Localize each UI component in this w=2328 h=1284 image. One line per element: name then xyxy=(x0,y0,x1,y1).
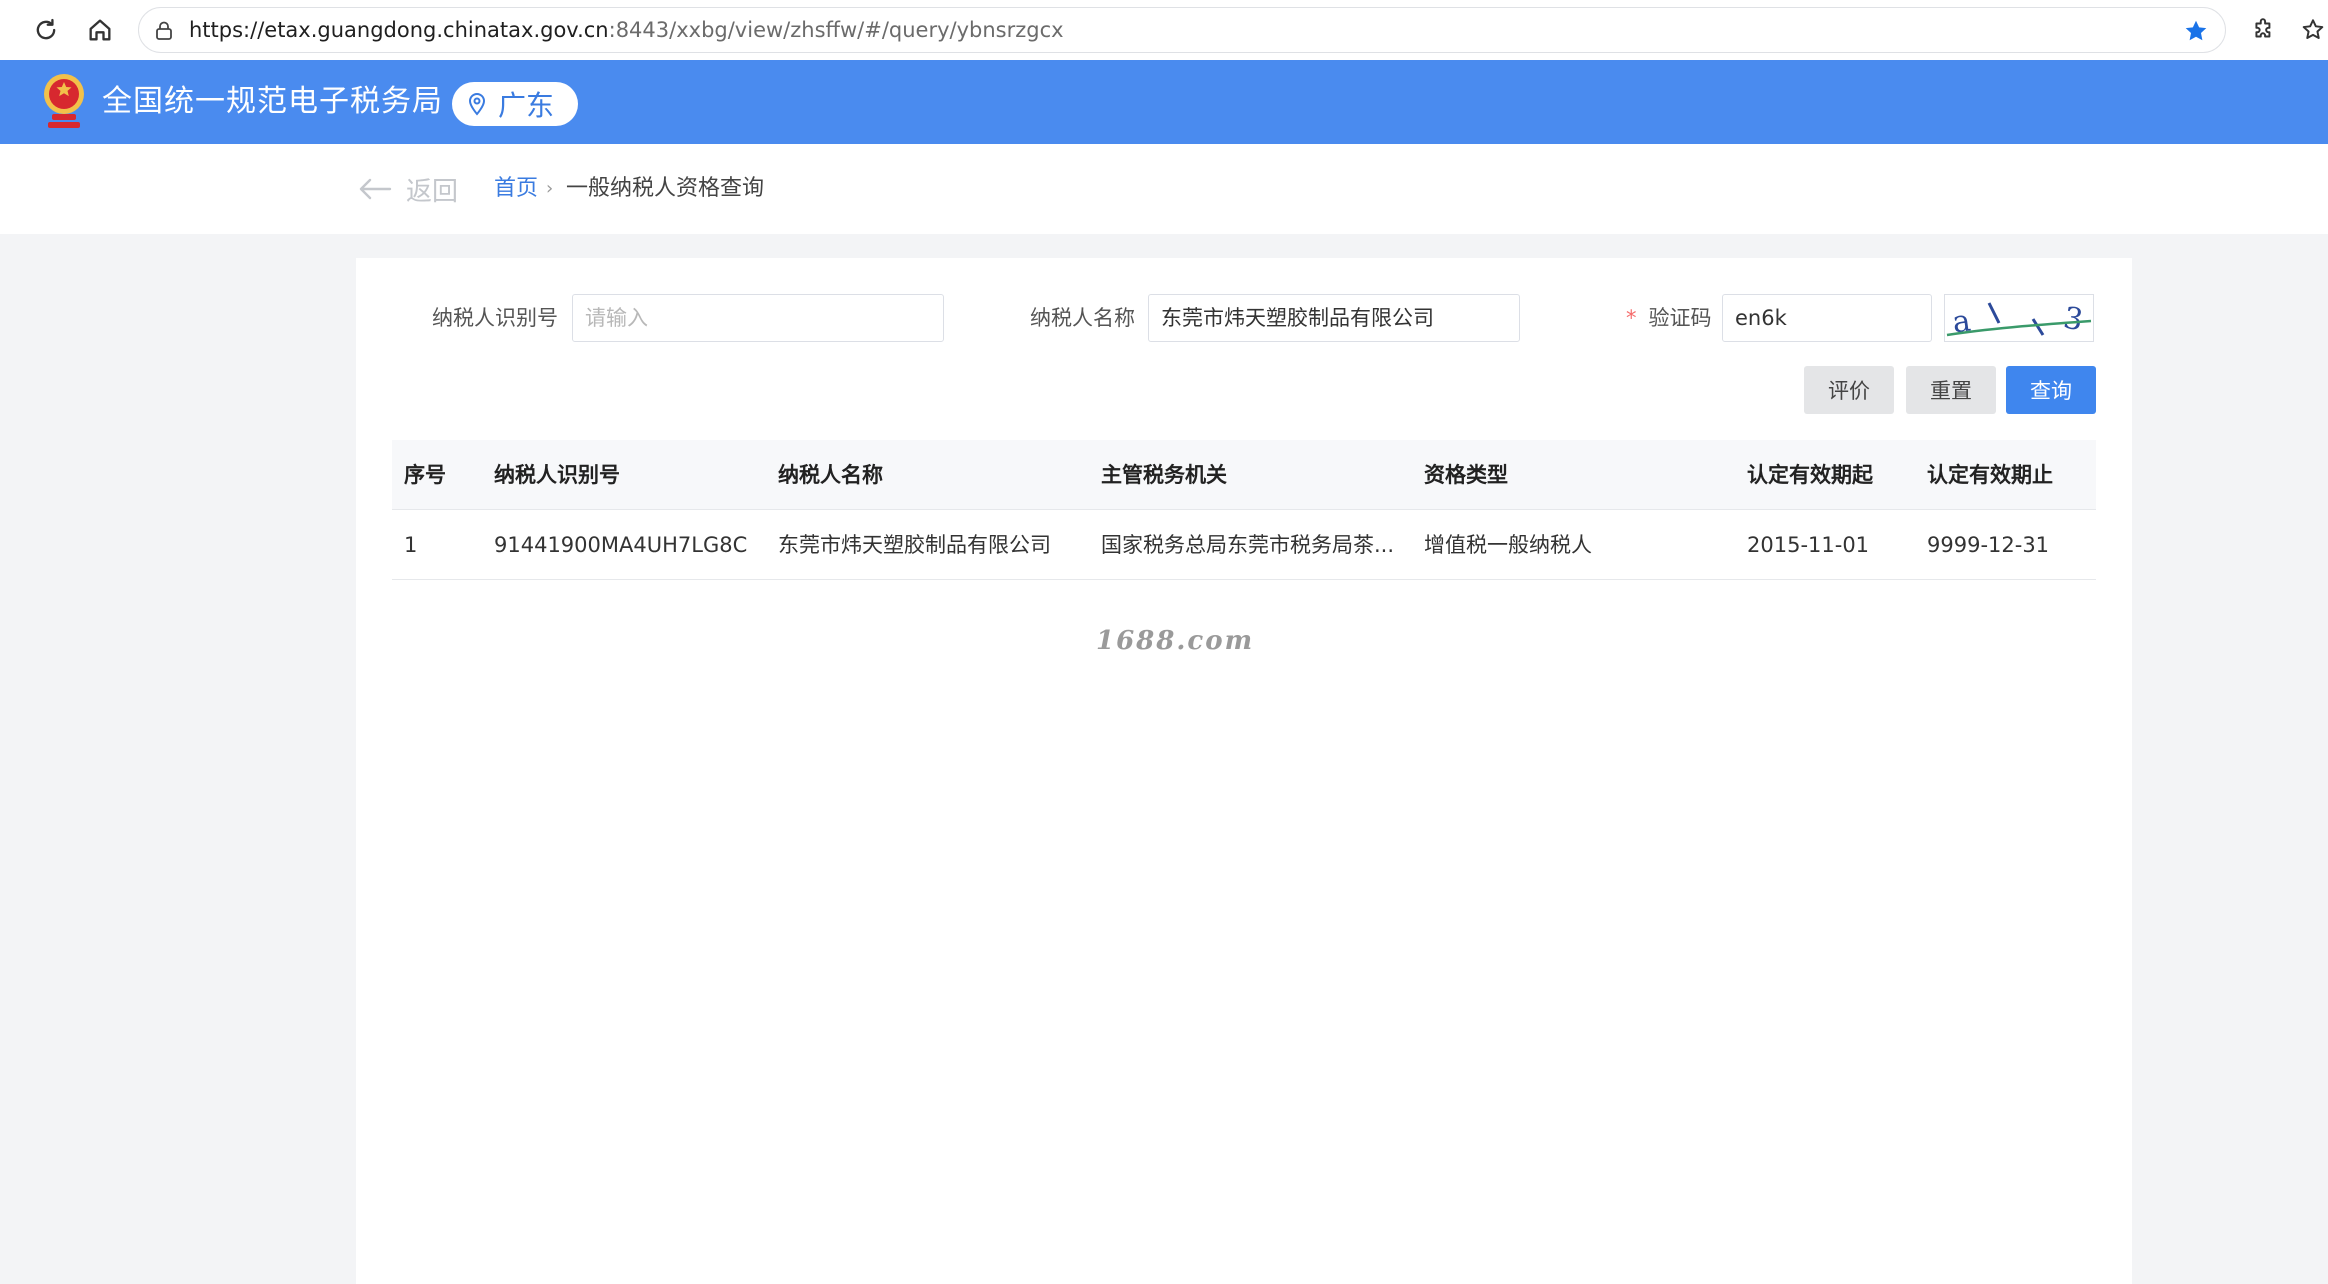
region-selector[interactable]: 广东 xyxy=(452,82,579,126)
region-label: 广东 xyxy=(498,89,555,122)
col-header-taxpayer-id: 纳税人识别号 xyxy=(494,463,620,487)
col-header-tax-authority: 主管税务机关 xyxy=(1101,463,1227,487)
taxpayer-id-label: 纳税人识别号 xyxy=(432,306,558,330)
browser-toolbar: https://etax.guangdong.chinatax.gov.cn:8… xyxy=(0,0,2328,60)
captcha-input[interactable]: en6k xyxy=(1722,294,1932,342)
back-button[interactable]: 返回 xyxy=(358,144,458,234)
query-button[interactable]: 查询 xyxy=(2006,366,2096,414)
address-bar[interactable]: https://etax.guangdong.chinatax.gov.cn:8… xyxy=(138,7,2226,53)
breadcrumb-home-link[interactable]: 首页 xyxy=(494,144,538,234)
url-text: https://etax.guangdong.chinatax.gov.cn:8… xyxy=(189,8,1064,52)
col-header-valid-to: 认定有效期止 xyxy=(1927,463,2053,487)
cell-valid-to: 9999-12-31 xyxy=(1927,533,2050,557)
cell-qualification-type: 增值税一般纳税人 xyxy=(1424,533,1592,557)
site-info-icon[interactable] xyxy=(151,18,177,44)
taxpayer-name-input[interactable]: 东莞市炜天塑胶制品有限公司 xyxy=(1148,294,1520,342)
taxpayer-id-placeholder: 请输入 xyxy=(585,306,648,330)
breadcrumb-separator: › xyxy=(546,178,554,199)
cell-index: 1 xyxy=(404,533,418,557)
url-host: https://etax.guangdong.chinatax.gov.cn xyxy=(189,18,609,42)
cell-taxpayer-id: 91441900MA4UH7LG8C xyxy=(494,533,748,557)
required-mark: * xyxy=(1626,306,1637,330)
taxpayer-id-input[interactable]: 请输入 xyxy=(572,294,944,342)
svg-text:3: 3 xyxy=(2061,301,2086,339)
captcha-label: 验证码 xyxy=(1648,306,1712,330)
cell-taxpayer-name: 东莞市炜天塑胶制品有限公司 xyxy=(778,533,1051,557)
reset-button[interactable]: 重置 xyxy=(1906,366,1996,414)
bookmark-star-icon[interactable] xyxy=(2181,16,2211,46)
breadcrumb-current: 一般纳税人资格查询 xyxy=(566,176,765,201)
extensions-icon[interactable] xyxy=(2244,10,2284,50)
taxpayer-name-value: 东莞市炜天塑胶制品有限公司 xyxy=(1161,306,1434,330)
back-label: 返回 xyxy=(406,176,459,207)
captcha-image[interactable]: a 3 xyxy=(1944,294,2094,342)
site-title[interactable]: 全国统一规范电子税务局 xyxy=(102,60,443,144)
col-header-qualification-type: 资格类型 xyxy=(1424,463,1508,487)
captcha-label-wrap: * 验证码 xyxy=(1626,294,1712,342)
favorites-icon[interactable] xyxy=(2300,10,2328,50)
captcha-value: en6k xyxy=(1735,306,1787,330)
col-header-index: 序号 xyxy=(404,463,446,487)
url-path: :8443/xxbg/view/zhsffw/#/query/ybnsrzgcx xyxy=(608,18,1064,42)
breadcrumb-bar: 返回 首页 › 一般纳税人资格查询 xyxy=(0,144,2328,234)
cell-tax-authority: 国家税务总局东莞市税务局茶... xyxy=(1101,533,1395,557)
results-table: 序号 纳税人识别号 纳税人名称 主管税务机关 资格类型 认定有效期起 认定有效期… xyxy=(392,440,2096,580)
col-header-valid-from: 认定有效期起 xyxy=(1747,463,1873,487)
query-panel: 纳税人识别号 请输入 纳税人名称 东莞市炜天塑胶制品有限公司 * 验证码 en6k… xyxy=(356,258,2132,1284)
watermark-text: 1688.com xyxy=(1096,626,1255,656)
back-arrow-icon xyxy=(359,178,392,200)
reload-icon[interactable] xyxy=(26,10,66,50)
home-icon[interactable] xyxy=(80,10,120,50)
tax-emblem-logo xyxy=(38,70,90,132)
taxpayer-name-label: 纳税人名称 xyxy=(1030,306,1135,330)
evaluate-button[interactable]: 评价 xyxy=(1804,366,1894,414)
cell-valid-from: 2015-11-01 xyxy=(1747,533,1870,557)
location-pin-icon xyxy=(468,91,490,117)
site-header: 全国统一规范电子税务局 广东 xyxy=(0,60,2328,144)
table-row[interactable]: 1 91441900MA4UH7LG8C 东莞市炜天塑胶制品有限公司 国家税务总… xyxy=(392,510,2096,580)
table-header-row: 序号 纳税人识别号 纳税人名称 主管税务机关 资格类型 认定有效期起 认定有效期… xyxy=(392,440,2096,510)
col-header-taxpayer-name: 纳税人名称 xyxy=(778,463,883,487)
